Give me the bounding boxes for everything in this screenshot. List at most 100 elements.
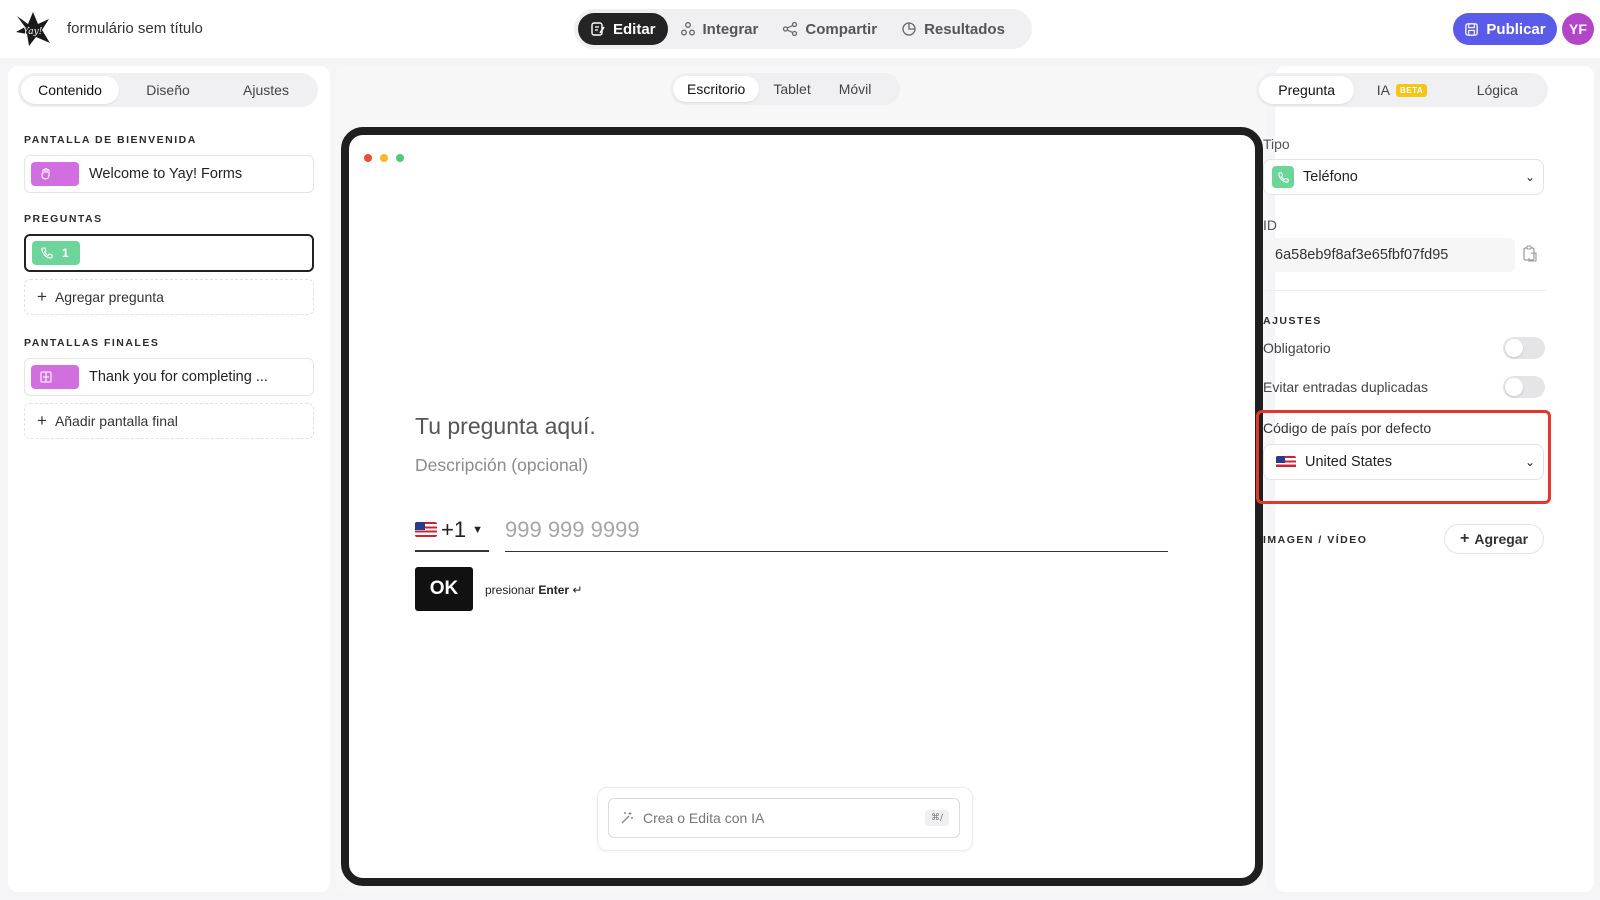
question-badge: 1 (32, 241, 80, 265)
tab-compartir[interactable]: Compartir (770, 13, 889, 45)
ai-assistant-box: Crea o Edita con IA ⌘/ (597, 787, 973, 851)
settings-section-label: AJUSTES (1263, 315, 1322, 327)
country-default-label: Código de país por defecto (1263, 420, 1432, 436)
question-type-select[interactable]: Teléfono ⌄ (1263, 159, 1544, 195)
chevron-down-icon: ⌄ (1524, 170, 1535, 184)
tab-integrar[interactable]: Integrar (668, 13, 771, 45)
ai-shortcut-badge: ⌘/ (924, 810, 949, 826)
question-item[interactable]: 1 (24, 234, 314, 272)
country-code-select[interactable]: +1 ▼ (415, 509, 489, 552)
tab-editar[interactable]: Editar (578, 13, 668, 45)
phone-icon (41, 247, 53, 259)
enter-label: Enter (538, 583, 570, 597)
exit-door-icon (40, 371, 52, 383)
phone-field: +1 ▼ (415, 509, 1168, 553)
results-icon (902, 22, 916, 36)
plus-icon: + (1459, 530, 1470, 547)
avatar[interactable]: YF (1562, 13, 1594, 45)
publish-button[interactable]: Publicar (1453, 13, 1557, 45)
welcome-screen-item[interactable]: Welcome to Yay! Forms (24, 155, 314, 193)
add-ending-button[interactable]: + Añadir pantalla final (24, 403, 314, 439)
dedupe-setting: Evitar entradas duplicadas (1263, 375, 1545, 399)
tab-resultados[interactable]: Resultados (889, 13, 1017, 45)
ending-item-text: Thank you for completing ... (89, 369, 268, 385)
beta-badge: BETA (1396, 83, 1428, 97)
media-section-label: IMAGEN / VÍDEO (1263, 534, 1368, 546)
mode-tabs: Editar Integrar Compartir Resultados (574, 9, 1032, 49)
country-default-select[interactable]: United States ⌄ (1263, 444, 1544, 480)
tab-ia-label: IA (1376, 82, 1391, 98)
form-title[interactable]: formulário sem título (67, 20, 203, 37)
questions-section-label: PREGUNTAS (24, 213, 103, 225)
tab-editar-label: Editar (613, 20, 656, 38)
add-question-button[interactable]: + Agregar pregunta (24, 279, 314, 315)
question-type-value: Teléfono (1303, 169, 1358, 185)
top-bar: Yay! formulário sem título Editar Integr… (0, 0, 1600, 58)
magic-wand-icon (621, 812, 633, 824)
device-tabs: Escritorio Tablet Móvil (670, 73, 900, 105)
edit-icon (591, 22, 605, 36)
dedupe-label: Evitar entradas duplicadas (1263, 379, 1428, 395)
tab-tablet[interactable]: Tablet (759, 76, 824, 102)
press-label: presionar (485, 583, 536, 597)
add-ending-label: Añadir pantalla final (54, 413, 178, 429)
us-flag-icon (415, 522, 437, 537)
question-number: 1 (62, 246, 69, 260)
device-preview-frame: Tu pregunta aquí. Descripción (opcional)… (341, 127, 1263, 886)
divider (1263, 290, 1547, 291)
add-media-button[interactable]: + Agregar (1444, 524, 1544, 554)
enter-key-icon: ↵ (572, 583, 583, 597)
save-icon (1465, 22, 1479, 36)
ending-screen-item[interactable]: Thank you for completing ... (24, 358, 314, 396)
tab-logica[interactable]: Lógica (1450, 76, 1545, 104)
ending-badge (31, 365, 79, 389)
tab-contenido[interactable]: Contenido (21, 76, 119, 104)
us-flag-icon (1276, 455, 1296, 469)
tab-pregunta[interactable]: Pregunta (1259, 76, 1355, 104)
question-id-value: 6a58eb9f8af3e65fbf07fd95 (1263, 238, 1515, 272)
welcome-badge (31, 162, 79, 186)
caret-down-icon: ▼ (472, 523, 483, 536)
svg-text:Yay!: Yay! (23, 27, 43, 37)
type-label: Tipo (1263, 136, 1290, 152)
integrate-icon (680, 22, 695, 36)
phone-type-icon (1272, 166, 1294, 188)
yay-forms-logo-icon[interactable]: Yay! (14, 10, 52, 48)
required-toggle[interactable] (1503, 337, 1545, 359)
welcome-section-label: PANTALLA DE BIENVENIDA (24, 134, 197, 146)
window-maximize-dot (396, 154, 404, 162)
tab-ajustes[interactable]: Ajustes (217, 76, 315, 104)
welcome-item-text: Welcome to Yay! Forms (89, 166, 243, 182)
question-title[interactable]: Tu pregunta aquí. (415, 413, 596, 440)
id-label: ID (1263, 217, 1277, 233)
left-panel-tabs: Contenido Diseño Ajustes (18, 73, 318, 107)
country-default-value: United States (1305, 454, 1393, 470)
tab-resultados-label: Resultados (924, 20, 1005, 38)
plus-icon: + (37, 411, 47, 430)
required-setting: Obligatorio (1263, 336, 1545, 360)
right-panel-tabs: Pregunta IA BETA Lógica (1256, 73, 1548, 107)
ai-prompt-input[interactable]: Crea o Edita con IA ⌘/ (608, 798, 960, 838)
window-minimize-dot (380, 154, 388, 162)
tab-escritorio[interactable]: Escritorio (673, 76, 760, 102)
tab-ia[interactable]: IA BETA (1354, 76, 1449, 104)
tab-integrar-label: Integrar (702, 20, 759, 38)
plus-icon: + (37, 287, 47, 306)
ok-button[interactable]: OK (415, 567, 473, 611)
hand-wave-icon (41, 167, 50, 180)
window-close-dot (364, 154, 372, 162)
country-code-value: +1 (441, 516, 467, 542)
add-media-label: Agregar (1474, 531, 1529, 547)
phone-input[interactable] (505, 509, 1168, 552)
copy-icon[interactable] (1522, 245, 1538, 263)
left-panel: Contenido Diseño Ajustes PANTALLA DE BIE… (8, 66, 330, 892)
share-icon (783, 21, 798, 37)
required-label: Obligatorio (1263, 340, 1331, 356)
dedupe-toggle[interactable] (1503, 376, 1545, 398)
endings-section-label: PANTALLAS FINALES (24, 337, 160, 349)
chevron-down-icon: ⌄ (1524, 455, 1535, 469)
tab-diseno[interactable]: Diseño (119, 76, 217, 104)
question-description[interactable]: Descripción (opcional) (415, 455, 588, 476)
ai-prompt-placeholder: Crea o Edita con IA (643, 810, 765, 826)
tab-movil[interactable]: Móvil (825, 76, 886, 102)
